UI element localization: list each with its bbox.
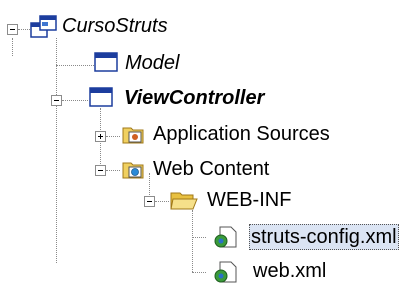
tree-item-web-content[interactable]: Web Content bbox=[151, 157, 271, 181]
tree-line bbox=[12, 38, 13, 56]
project-window-icon bbox=[94, 51, 120, 80]
tree-line bbox=[56, 38, 57, 263]
tree-item-model[interactable]: Model bbox=[123, 51, 181, 75]
tree-item-viewcontroller[interactable]: ViewController bbox=[122, 86, 266, 110]
tree-item-application-sources[interactable]: Application Sources bbox=[151, 122, 332, 146]
tree-line bbox=[62, 100, 88, 101]
tree-item-cursostruts[interactable]: CursoStruts bbox=[60, 14, 170, 38]
tree-line bbox=[192, 272, 206, 273]
xml-file-icon bbox=[212, 259, 240, 290]
tree-line bbox=[106, 170, 120, 171]
tree-line bbox=[192, 210, 193, 272]
tree-line bbox=[18, 29, 30, 30]
tree-line bbox=[155, 201, 169, 202]
collapse-toggle[interactable] bbox=[144, 196, 155, 207]
source-folder-icon bbox=[121, 122, 147, 151]
collapse-toggle[interactable] bbox=[7, 24, 18, 35]
collapse-toggle[interactable] bbox=[51, 95, 62, 106]
tree-item-struts-config-xml[interactable]: struts-config.xml bbox=[249, 224, 399, 250]
tree-line bbox=[192, 237, 206, 238]
tree-item-web-inf[interactable]: WEB-INF bbox=[205, 188, 293, 212]
expand-toggle[interactable] bbox=[95, 131, 106, 142]
web-folder-icon bbox=[121, 157, 147, 186]
tree-item-web-xml[interactable]: web.xml bbox=[251, 259, 328, 283]
tree-line bbox=[56, 65, 94, 66]
tree-line bbox=[106, 136, 120, 137]
open-folder-icon bbox=[169, 188, 199, 219]
xml-file-icon bbox=[212, 224, 240, 255]
collapse-toggle[interactable] bbox=[95, 165, 106, 176]
project-tree[interactable]: CursoStruts Model ViewController Applica… bbox=[0, 0, 412, 284]
project-window-icon bbox=[89, 86, 115, 115]
workspace-project-icon bbox=[30, 14, 58, 47]
